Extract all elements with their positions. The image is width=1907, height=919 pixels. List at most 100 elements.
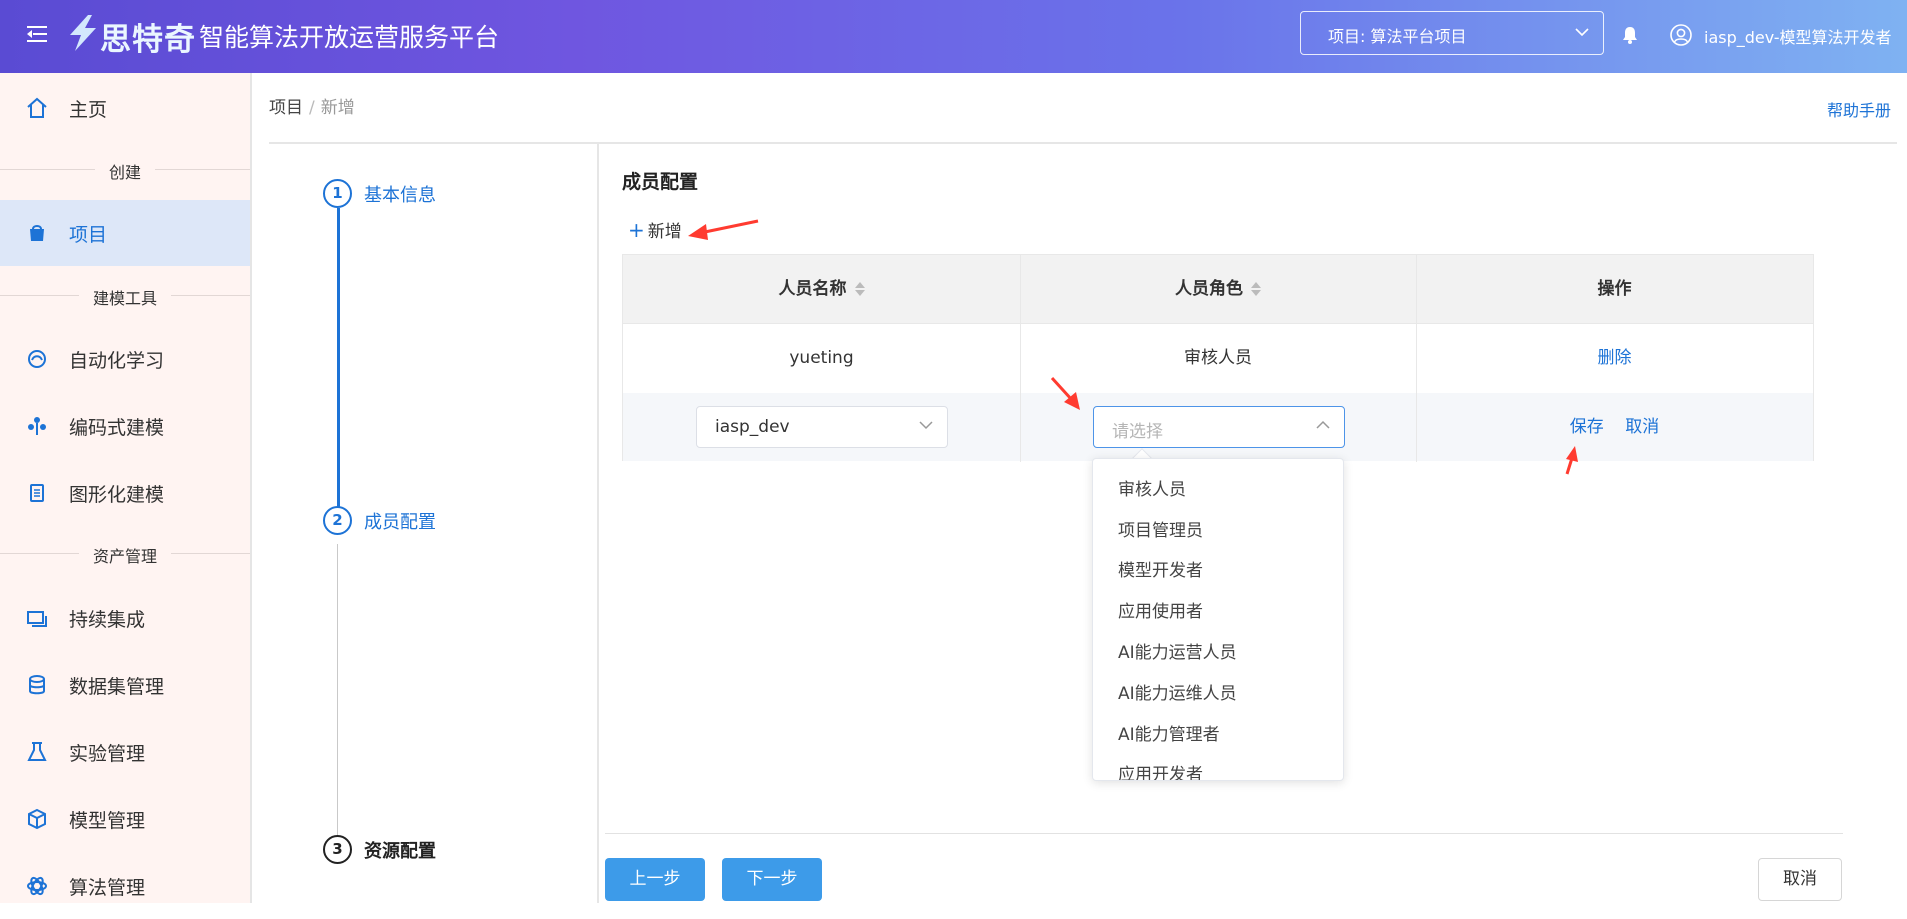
sidebar-item-label: 主页 — [69, 99, 108, 121]
document-icon — [30, 484, 44, 502]
edit-actions: 保存 取消 — [1416, 393, 1813, 463]
sidebar-item-label: 持续集成 — [69, 609, 146, 631]
sidebar-item-model[interactable]: 模型管理 — [0, 786, 250, 852]
delete-link[interactable]: 删除 — [1598, 348, 1632, 368]
logo-icon — [70, 15, 96, 51]
add-member-button[interactable]: + 新增 — [628, 217, 682, 242]
role-option[interactable]: 模型开发者 — [1093, 546, 1343, 587]
automl-icon — [28, 350, 46, 368]
sidebar-item-label: 图形化建模 — [69, 484, 165, 506]
sidebar-item-project[interactable]: 项目 — [0, 200, 250, 266]
divider — [605, 833, 1843, 834]
sidebar-item-algorithm[interactable]: 算法管理 — [0, 853, 250, 919]
sidebar-item-dataset[interactable]: 数据集管理 — [0, 652, 250, 718]
sidebar-item-home[interactable]: 主页 — [0, 75, 250, 141]
sidebar-item-label: 自动化学习 — [69, 350, 165, 372]
database-icon — [29, 675, 45, 695]
bag-icon — [30, 225, 44, 241]
section-title: 成员配置 — [622, 171, 699, 193]
flask-icon — [27, 742, 47, 761]
plus-icon: + — [628, 218, 645, 242]
cancel-edit-button[interactable]: 取消 — [1625, 417, 1659, 437]
atom-icon — [27, 876, 47, 896]
app-title: 智能算法开放运营服务平台 — [199, 23, 500, 52]
sidebar-item-label: 编码式建模 — [69, 417, 165, 439]
prev-step-button[interactable]: 上一步 — [605, 858, 705, 901]
sidebar-item-experiment[interactable]: 实验管理 — [0, 719, 250, 785]
table-row-editing: iasp_dev 请选择 保存 取消 — [623, 393, 1813, 461]
cube-icon — [28, 808, 46, 830]
step-3-label[interactable]: 资源配置 — [364, 837, 436, 863]
top-header: 思特奇 智能算法开放运营服务平台 项目: 算法平台项目 iasp_dev-模型算… — [0, 0, 1907, 73]
menu-toggle-icon[interactable] — [27, 25, 47, 43]
chevron-down-icon — [1575, 28, 1589, 37]
sidebar-item-graphic-modeling[interactable]: 图形化建模 — [0, 460, 250, 526]
breadcrumb-root[interactable]: 项目 — [269, 98, 303, 118]
role-dropdown: 审核人员 项目管理员 模型开发者 应用使用者 AI能力运营人员 AI能力运维人员… — [1092, 458, 1344, 781]
step-progress-line — [337, 208, 340, 508]
role-option[interactable]: AI能力运营人员 — [1093, 628, 1343, 669]
column-header-role[interactable]: 人员角色 — [1020, 255, 1416, 323]
sidebar-item-ci[interactable]: 持续集成 — [0, 585, 250, 651]
role-option[interactable]: 项目管理员 — [1093, 506, 1343, 547]
ci-icon — [27, 611, 47, 627]
sidebar-group-modeling: 建模工具 — [0, 285, 250, 308]
divider — [269, 142, 1897, 144]
project-select-value: 项目: 算法平台项目 — [1328, 27, 1467, 46]
role-option[interactable]: 应用开发者 — [1093, 750, 1343, 780]
sidebar-group-assets: 资产管理 — [0, 543, 250, 566]
chevron-down-icon — [919, 421, 933, 430]
step-3-number: 3 — [323, 835, 352, 864]
column-header-action: 操作 — [1416, 255, 1813, 323]
step-1-number: 1 — [323, 179, 352, 208]
member-table: 人员名称 人员角色 操作 yueting 审核人员 删除 iasp_dev 请选… — [622, 254, 1814, 462]
member-name-value: iasp_dev — [715, 417, 790, 437]
step-2-label[interactable]: 成员配置 — [364, 508, 436, 534]
breadcrumb-separator: / — [309, 98, 315, 118]
table-cell-action: 删除 — [1416, 323, 1813, 393]
code-modeling-icon — [28, 417, 46, 435]
next-step-button[interactable]: 下一步 — [722, 858, 822, 901]
sidebar-item-code-modeling[interactable]: 编码式建模 — [0, 393, 250, 459]
table-cell-name: yueting — [789, 348, 854, 368]
column-header-name[interactable]: 人员名称 — [623, 255, 1020, 323]
step-1-label[interactable]: 基本信息 — [364, 181, 436, 207]
step-pending-line — [337, 544, 338, 842]
step-2-number: 2 — [323, 506, 352, 535]
role-option[interactable]: 审核人员 — [1093, 465, 1343, 506]
sort-icon[interactable] — [1251, 281, 1261, 297]
brand-logo-text: 思特奇 — [100, 22, 196, 58]
sidebar-item-label: 实验管理 — [69, 743, 146, 765]
member-role-select[interactable]: 请选择 — [1093, 406, 1345, 448]
role-option[interactable]: AI能力管理者 — [1093, 710, 1343, 751]
home-icon — [27, 97, 47, 118]
divider-vertical — [597, 143, 599, 903]
chevron-up-icon — [1316, 420, 1330, 429]
cancel-button[interactable]: 取消 — [1758, 858, 1842, 901]
bell-icon[interactable] — [1620, 25, 1640, 45]
role-option[interactable]: AI能力运维人员 — [1093, 669, 1343, 710]
save-button[interactable]: 保存 — [1570, 417, 1604, 437]
add-member-label: 新增 — [647, 222, 682, 242]
member-name-select[interactable]: iasp_dev — [696, 406, 948, 448]
breadcrumb: 项目 / 新增 — [269, 93, 355, 118]
user-avatar-icon[interactable] — [1670, 24, 1692, 46]
sidebar-item-label: 数据集管理 — [69, 676, 165, 698]
annotation-arrow-add — [688, 219, 759, 240]
breadcrumb-current: 新增 — [320, 98, 355, 118]
sidebar-item-label: 项目 — [69, 224, 108, 246]
sidebar-item-label: 算法管理 — [69, 877, 146, 899]
role-option[interactable]: 应用使用者 — [1093, 587, 1343, 628]
column-divider — [1020, 255, 1021, 462]
user-name[interactable]: iasp_dev-模型算法开发者 — [1704, 24, 1892, 48]
help-manual-link[interactable]: 帮助手册 — [1827, 97, 1891, 121]
sidebar-group-create: 创建 — [0, 159, 250, 182]
sidebar-item-automl[interactable]: 自动化学习 — [0, 326, 250, 392]
sidebar: 主页 创建 项目 建模工具 自动化学习 编码式建模 图形化建模 资产管理 持续集… — [0, 73, 252, 903]
role-select-placeholder: 请选择 — [1112, 422, 1163, 442]
column-divider — [1416, 255, 1417, 462]
table-cell-role: 审核人员 — [1184, 348, 1252, 368]
sort-icon[interactable] — [854, 281, 865, 297]
sidebar-item-label: 模型管理 — [69, 810, 146, 832]
project-select[interactable]: 项目: 算法平台项目 — [1300, 11, 1604, 55]
